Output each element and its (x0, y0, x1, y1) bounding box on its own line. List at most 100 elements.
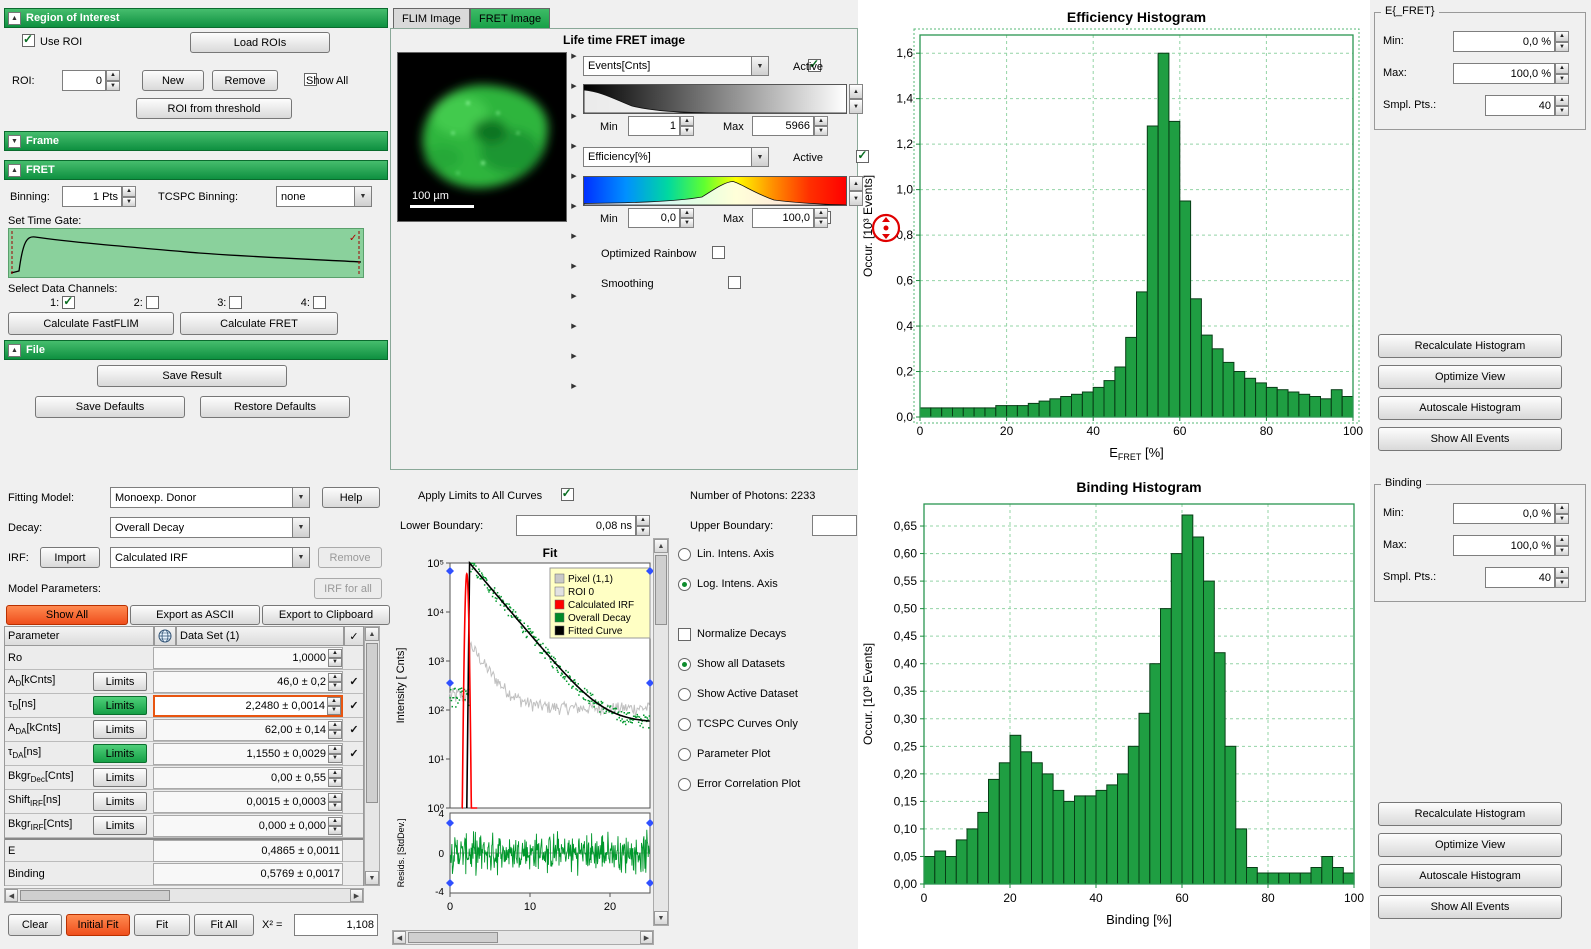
param-value-field[interactable]: 0,000 ± 0,000▲▼ (153, 815, 343, 837)
tab-flim-image[interactable]: FLIM Image (393, 8, 470, 28)
param-value-spinner[interactable]: ▲▼ (328, 769, 342, 787)
binding-min-spinner[interactable]: ▲▼ (1555, 503, 1569, 524)
scroll-down-icon[interactable]: ▼ (654, 911, 668, 925)
channel-3[interactable]: 3: (217, 296, 242, 309)
efficiency-histogram[interactable]: Efficiency Histogram0204060801000,00,20,… (858, 2, 1370, 472)
layer1-min-spinner[interactable]: ▲▼ (680, 116, 694, 136)
binning-spinner[interactable]: ▲▼ (122, 186, 136, 207)
fit-plot-vscrollbar[interactable]: ▲ ▼ (653, 538, 669, 926)
binning-field[interactable]: 1 Pts (62, 186, 122, 207)
radio-indicator[interactable] (678, 748, 691, 761)
collapse-down-icon[interactable]: ▼ (8, 135, 21, 148)
export-ascii-button[interactable]: Export as ASCII (130, 605, 260, 625)
channel-1[interactable]: 1: (50, 296, 75, 309)
frame-panel-header[interactable]: ▼ Frame (4, 131, 388, 151)
param-table-hscrollbar[interactable]: ◀ ▶ (4, 888, 364, 903)
decay-dropdown[interactable]: Overall Decay ▼ (110, 517, 310, 538)
fitting-model-dropdown[interactable]: Monoexp. Donor ▼ (110, 487, 310, 508)
rainbow-gradient-bar[interactable] (583, 176, 847, 206)
check-indicator[interactable] (678, 628, 691, 641)
binding-min-field[interactable]: 0,0 % (1453, 503, 1555, 524)
scroll-right-icon[interactable]: ▶ (350, 889, 363, 902)
collapse-up-icon[interactable]: ▲ (8, 164, 21, 177)
channel-checkbox[interactable] (146, 296, 159, 309)
channel-checkbox[interactable] (229, 296, 242, 309)
splitter-arrow-icon[interactable]: ▶ (569, 52, 579, 82)
limits-button[interactable]: Limits (93, 816, 147, 835)
binding-recalculate-histogram[interactable]: Recalculate Histogram (1378, 802, 1562, 826)
tcspc-binning-dropdown[interactable]: none ▼ (276, 186, 372, 207)
efret-min-spinner[interactable]: ▲▼ (1555, 31, 1569, 52)
radio-indicator[interactable] (678, 718, 691, 731)
fit-plot[interactable]: 10⁵10⁴10³10²10¹10⁰Pixel (1,1)ROI 0Calcul… (392, 535, 654, 935)
binding-show-all-events[interactable]: Show All Events (1378, 895, 1562, 919)
save-defaults-button[interactable]: Save Defaults (35, 396, 185, 418)
layer1-min-field[interactable]: 1 (628, 116, 680, 136)
smoothing-checkbox[interactable] (728, 276, 741, 289)
scroll-thumb[interactable] (408, 932, 498, 943)
limits-button[interactable]: Limits (93, 672, 147, 691)
scroll-right-icon[interactable]: ▶ (640, 931, 653, 944)
param-value-field[interactable]: 1,1550 ± 0,0029▲▼ (153, 743, 343, 765)
radio-show-active-dataset[interactable]: Show Active Dataset (678, 684, 858, 704)
binding-max-spinner[interactable]: ▲▼ (1555, 535, 1569, 556)
binding-optimize-view[interactable]: Optimize View (1378, 833, 1562, 857)
splitter-arrow-icon[interactable]: ▶ (569, 112, 579, 142)
roi-from-threshold-button[interactable]: ROI from threshold (136, 98, 292, 119)
layer2-max-field[interactable]: 100,0 (752, 208, 814, 228)
image-splitter[interactable]: ▶▶▶▶▶▶▶▶▶▶▶▶ (569, 52, 579, 470)
binding-histogram[interactable]: Binding Histogram0204060801000,000,050,1… (858, 474, 1370, 949)
param-value-field[interactable]: 62,00 ± 0,14▲▼ (153, 719, 343, 741)
apply-limits-checkbox[interactable] (561, 488, 574, 501)
param-value-field[interactable]: 0,0015 ± 0,0003▲▼ (153, 791, 343, 813)
radio-indicator[interactable] (678, 688, 691, 701)
lower-boundary-field[interactable]: 0,08 ns (516, 515, 636, 536)
layer2-min-field[interactable]: 0,0 (628, 208, 680, 228)
param-value-spinner[interactable]: ▲▼ (328, 745, 342, 763)
globe-icon[interactable] (154, 626, 176, 646)
scroll-down-icon[interactable]: ▼ (365, 871, 379, 885)
use-roi-checkbox[interactable] (22, 34, 35, 47)
new-roi-button[interactable]: New (142, 70, 204, 91)
fit-button[interactable]: Fit (134, 914, 190, 936)
param-value-spinner[interactable]: ▲▼ (328, 721, 342, 739)
show-all-button[interactable]: Show All (6, 605, 128, 625)
export-clipboard-button[interactable]: Export to Clipboard (262, 605, 390, 625)
splitter-arrow-icon[interactable]: ▶ (569, 352, 579, 382)
param-value-field[interactable]: 46,0 ± 0,2▲▼ (153, 671, 343, 693)
tab-fret-image[interactable]: FRET Image (470, 8, 550, 28)
radio-indicator[interactable] (678, 778, 691, 791)
time-gate-plot[interactable]: ✓ (8, 228, 364, 278)
remove-roi-button[interactable]: Remove (212, 70, 278, 91)
scroll-left-icon[interactable]: ◀ (5, 889, 18, 902)
efret-show-all-events[interactable]: Show All Events (1378, 427, 1562, 451)
radio-log-intens-axis[interactable]: Log. Intens. Axis (678, 574, 858, 594)
efret-recalculate-histogram[interactable]: Recalculate Histogram (1378, 334, 1562, 358)
param-value-field[interactable]: 1,0000▲▼ (153, 647, 343, 669)
optimized-rainbow-checkbox[interactable] (712, 246, 725, 259)
param-value-field[interactable]: 2,2480 ± 0,0014▲▼ (153, 695, 343, 717)
efret-autoscale-histogram[interactable]: Autoscale Histogram (1378, 396, 1562, 420)
channel-checkbox[interactable] (313, 296, 326, 309)
scroll-up-icon[interactable]: ▲ (365, 627, 379, 641)
binding-smpl-field[interactable]: 40 (1485, 567, 1555, 588)
splitter-arrow-icon[interactable]: ▶ (569, 202, 579, 232)
collapse-up-icon[interactable]: ▲ (8, 344, 21, 357)
roi-number-spinner[interactable]: ▲▼ (106, 70, 120, 91)
efret-max-spinner[interactable]: ▲▼ (1555, 63, 1569, 84)
load-rois-button[interactable]: Load ROIs (190, 32, 330, 53)
scroll-thumb[interactable] (655, 555, 667, 625)
splitter-arrow-icon[interactable]: ▶ (569, 142, 579, 172)
scroll-thumb[interactable] (20, 890, 170, 901)
param-value-spinner[interactable]: ▲▼ (328, 649, 342, 667)
layer1-channel-dropdown[interactable]: Events[Cnts] ▼ (583, 56, 769, 76)
channel-4[interactable]: 4: (301, 296, 326, 309)
limits-button[interactable]: Limits (93, 792, 147, 811)
param-value-spinner[interactable]: ▲▼ (328, 793, 342, 811)
file-panel-header[interactable]: ▲ File (4, 340, 388, 360)
efret-smpl-field[interactable]: 40 (1485, 95, 1555, 116)
restore-defaults-button[interactable]: Restore Defaults (200, 396, 350, 418)
save-result-button[interactable]: Save Result (97, 365, 287, 387)
efret-smpl-spinner[interactable]: ▲▼ (1555, 95, 1569, 116)
fit-plot-hscrollbar[interactable]: ◀ ▶ (392, 930, 654, 945)
